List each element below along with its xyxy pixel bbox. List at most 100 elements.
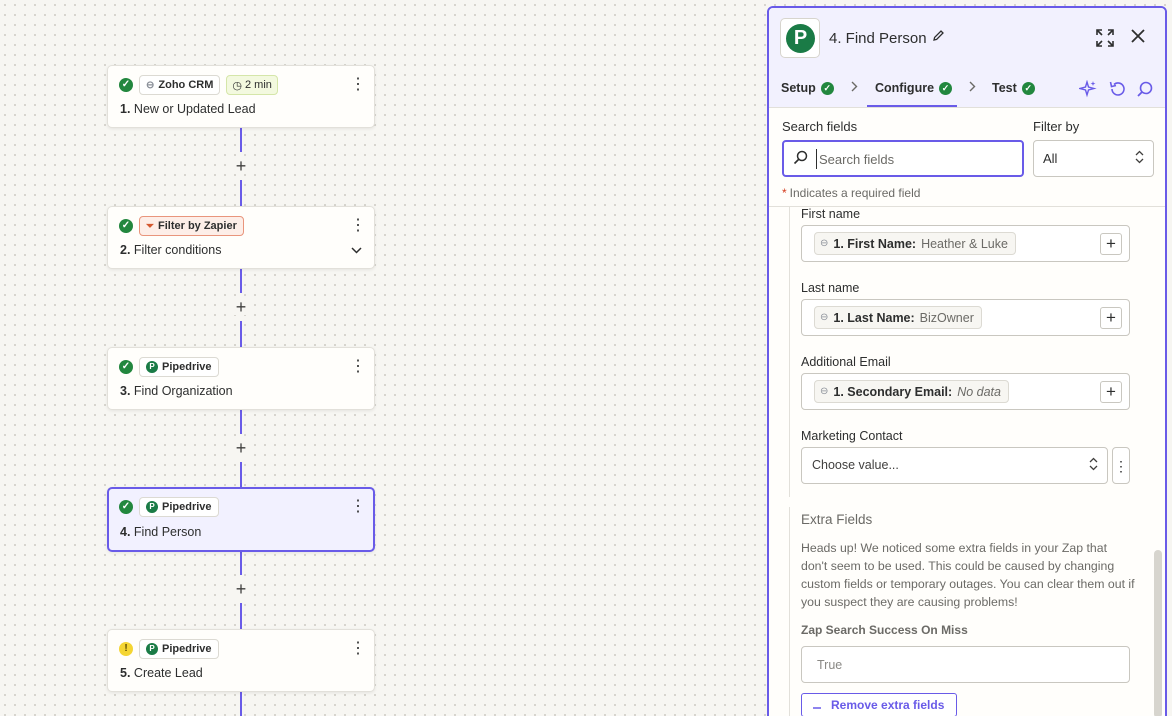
step-title: 1. New or Updated Lead: [120, 102, 256, 116]
connector-line: [240, 410, 242, 434]
edit-pencil-icon[interactable]: [932, 29, 945, 45]
chevron-down-icon[interactable]: [351, 245, 362, 257]
connector-line: [240, 603, 242, 629]
marketing-contact-select[interactable]: Choose value...: [801, 447, 1108, 484]
link-icon: ⊖: [820, 238, 829, 249]
first-name-field[interactable]: ⊖ 1. First Name: Heather & Luke +: [801, 225, 1130, 262]
step-card-4[interactable]: ✓ P Pipedrive 4. Find Person ⋮: [107, 487, 375, 552]
connector-line: [240, 551, 242, 575]
add-step-icon[interactable]: +: [233, 580, 249, 598]
last-name-label: Last name: [801, 281, 860, 295]
search-fields-input[interactable]: [816, 149, 1016, 169]
pipedrive-logo-icon: P: [146, 643, 158, 655]
link-icon: ⊖: [820, 386, 829, 397]
panel-tabs: Setup ✓ Configure ✓ Test ✓: [769, 70, 1165, 108]
zap-search-success-field[interactable]: True: [801, 646, 1130, 683]
last-name-field[interactable]: ⊖ 1. Last Name: BizOwner +: [801, 299, 1130, 336]
connector-line: [240, 321, 242, 347]
pipedrive-app-icon: P: [780, 18, 820, 58]
insert-data-button[interactable]: +: [1100, 307, 1122, 329]
step-menu-icon[interactable]: ⋮: [350, 217, 366, 235]
select-arrows-icon: [1135, 150, 1144, 166]
fields-scroll-area[interactable]: First name ⊖ 1. First Name: Heather & Lu…: [769, 207, 1165, 716]
success-check-icon: ✓: [119, 500, 133, 514]
ai-sparkle-icon[interactable]: [1077, 79, 1097, 103]
step-card-3[interactable]: ✓ P Pipedrive 3. Find Organization ⋮: [107, 347, 375, 410]
undo-icon[interactable]: [1108, 80, 1126, 103]
warning-icon: !: [119, 642, 133, 656]
scrollbar-thumb[interactable]: [1154, 550, 1162, 716]
add-step-icon[interactable]: +: [233, 157, 249, 175]
panel-title: 4. Find Person: [829, 30, 927, 47]
step-menu-icon[interactable]: ⋮: [350, 640, 366, 658]
app-name: Pipedrive: [162, 643, 212, 655]
remove-extra-fields-button[interactable]: Remove extra fields: [801, 693, 957, 716]
select-placeholder: Choose value...: [812, 458, 899, 472]
nesting-guide: [789, 507, 790, 716]
search-icon[interactable]: [1136, 80, 1154, 103]
additional-email-field[interactable]: ⊖ 1. Secondary Email: No data +: [801, 373, 1130, 410]
step-menu-icon[interactable]: ⋮: [350, 76, 366, 94]
extra-fields-title: Extra Fields: [801, 512, 873, 527]
link-icon: ⊖: [820, 312, 829, 323]
connector-line: [240, 180, 242, 206]
search-fields-label: Search fields: [782, 119, 858, 134]
expand-icon[interactable]: [1096, 29, 1114, 47]
link-icon: ⊖: [146, 79, 155, 91]
insert-data-button[interactable]: +: [1100, 381, 1122, 403]
minus-icon: [813, 698, 821, 712]
step-editor-panel: P 4. Find Person Setup ✓ Configure ✓ Tes…: [767, 6, 1167, 716]
connector-line: [240, 128, 242, 152]
pipedrive-logo-icon: P: [146, 361, 158, 373]
search-fields-box: [782, 140, 1024, 177]
add-step-icon[interactable]: +: [233, 298, 249, 316]
app-badge: ⏷ Filter by Zapier: [139, 216, 244, 236]
tab-setup[interactable]: Setup ✓: [781, 81, 834, 95]
step-card-1[interactable]: ✓ ⊖ Zoho CRM ◷ 2 min 1. New or Updated L…: [107, 65, 375, 128]
field-options-kebab-icon[interactable]: ⋮: [1112, 447, 1130, 484]
zap-canvas[interactable]: + + + + ✓ ⊖ Zoho CRM ◷ 2 min 1. New or U…: [0, 0, 768, 716]
app-name: Filter by Zapier: [158, 220, 237, 232]
timer-badge: ◷ 2 min: [226, 75, 278, 95]
zap-search-success-label: Zap Search Success On Miss: [801, 623, 968, 637]
step-menu-icon[interactable]: ⋮: [350, 358, 366, 376]
close-icon[interactable]: [1131, 26, 1145, 49]
app-badge: P Pipedrive: [139, 357, 219, 377]
filter-by-select[interactable]: All: [1033, 140, 1154, 177]
marketing-contact-label: Marketing Contact: [801, 429, 903, 443]
app-name: Pipedrive: [162, 501, 212, 513]
tab-configure[interactable]: Configure ✓: [875, 81, 953, 95]
first-name-label: First name: [801, 207, 861, 221]
active-tab-indicator: [867, 105, 957, 107]
step-title: 4. Find Person: [120, 525, 202, 539]
select-arrows-icon: [1089, 457, 1098, 473]
clock-icon: ◷: [232, 79, 242, 92]
connector-line: [240, 462, 242, 488]
insert-data-button[interactable]: +: [1100, 233, 1122, 255]
tab-test[interactable]: Test ✓: [992, 81, 1035, 95]
search-icon: [793, 150, 808, 169]
extra-fields-notice: Heads up! We noticed some extra fields i…: [801, 541, 1135, 609]
mapped-value-pill[interactable]: ⊖ 1. First Name: Heather & Luke: [814, 232, 1016, 255]
step-menu-icon[interactable]: ⋮: [350, 498, 366, 516]
app-badge: P Pipedrive: [139, 639, 219, 659]
step-card-5[interactable]: ! P Pipedrive 5. Create Lead ⋮: [107, 629, 375, 692]
mapped-value-pill[interactable]: ⊖ 1. Secondary Email: No data: [814, 380, 1009, 403]
pipedrive-logo-icon: P: [146, 501, 158, 513]
chevron-right-icon: [969, 80, 976, 95]
success-check-icon: ✓: [119, 360, 133, 374]
app-name: Pipedrive: [162, 361, 212, 373]
add-step-icon[interactable]: +: [233, 439, 249, 457]
app-badge: ⊖ Zoho CRM: [139, 75, 221, 95]
app-badge: P Pipedrive: [139, 497, 219, 517]
step-card-2[interactable]: ✓ ⏷ Filter by Zapier 2. Filter condition…: [107, 206, 375, 269]
success-check-icon: ✓: [939, 81, 953, 95]
filter-by-label: Filter by: [1033, 119, 1080, 134]
step-title: 2. Filter conditions: [120, 243, 222, 257]
success-check-icon: ✓: [820, 81, 834, 95]
additional-email-label: Additional Email: [801, 355, 891, 369]
step-title: 5. Create Lead: [120, 666, 203, 680]
mapped-value-pill[interactable]: ⊖ 1. Last Name: BizOwner: [814, 306, 982, 329]
step-title: 3. Find Organization: [120, 384, 233, 398]
filter-by-value: All: [1043, 151, 1058, 166]
